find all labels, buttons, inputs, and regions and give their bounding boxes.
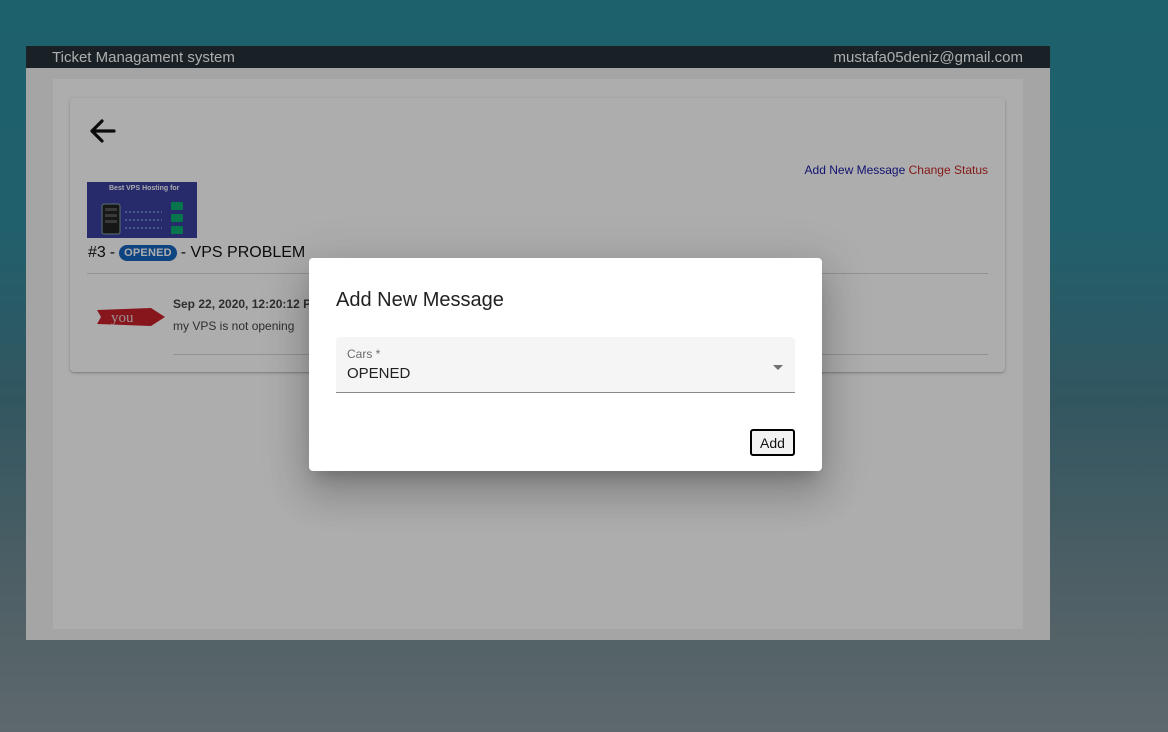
status-select[interactable]: Cars * OPENED	[336, 337, 795, 393]
select-label: Cars *	[347, 347, 381, 361]
add-message-dialog: Add New Message Cars * OPENED Add	[309, 258, 822, 471]
dialog-title: Add New Message	[336, 289, 504, 311]
select-value: OPENED	[347, 365, 411, 382]
add-button[interactable]: Add	[750, 429, 795, 456]
dropdown-arrow-icon[interactable]	[773, 365, 783, 370]
